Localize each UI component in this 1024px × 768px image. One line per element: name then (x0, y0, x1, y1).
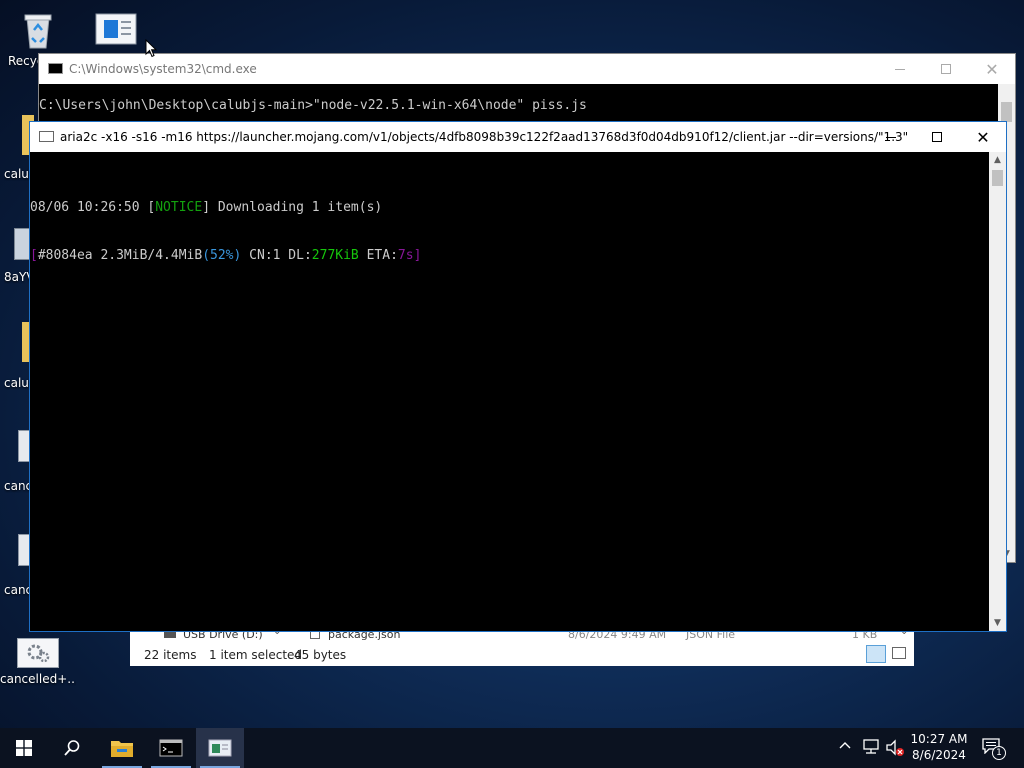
progress-eta-label: ETA: (358, 248, 398, 263)
document-icon (94, 12, 138, 46)
maximize-button[interactable] (923, 54, 969, 84)
progress-connections: CN:1 DL: (241, 248, 312, 263)
recycle-bin-icon (18, 10, 58, 50)
cmd-titlebar[interactable]: C:\Windows\system32\cmd.exe ✕ (39, 54, 1015, 84)
console-app-icon (208, 739, 232, 757)
desktop-icon-document[interactable] (78, 12, 154, 50)
app-file-icon (14, 228, 30, 260)
file-explorer-window: USB Drive (D:) ⌄ package.json 8/6/2024 9… (130, 626, 914, 666)
cmd-icon (159, 739, 183, 757)
aria2c-window-title: aria2c -x16 -s16 -m16 https://launcher.m… (60, 130, 909, 144)
log-level: NOTICE (155, 200, 203, 215)
desktop-icon-file-cancelled-3[interactable]: cancelled+... (0, 638, 76, 686)
log-message: Downloading 1 item(s) (210, 200, 383, 215)
status-item-count: 22 items (144, 648, 197, 662)
settings-file-icon (17, 638, 59, 668)
cmd-scroll-thumb[interactable] (1001, 102, 1012, 122)
close-button[interactable]: ✕ (960, 122, 1006, 152)
large-icons-view-icon[interactable] (892, 647, 906, 659)
volume-muted-icon[interactable] (885, 739, 905, 760)
progress-speed: 277KiB (311, 248, 359, 263)
cmd-console-text: C:\Users\john\Desktop\calubjs-main>"node… (39, 98, 587, 113)
minimize-button[interactable] (868, 122, 914, 152)
aria2c-titlebar[interactable]: aria2c -x16 -s16 -m16 https://launcher.m… (30, 122, 1006, 152)
file-cancelled-3-label: cancelled+... (0, 672, 76, 686)
progress-bracket: [ (30, 248, 38, 263)
details-view-icon[interactable] (866, 645, 886, 663)
drive-icon (164, 631, 176, 638)
close-button[interactable]: ✕ (969, 54, 1015, 84)
console-line-notice: 08/06 10:26:50 [NOTICE] Downloading 1 it… (30, 200, 421, 216)
log-timestamp: 08/06 10:26:50 (30, 200, 148, 215)
taskbar-file-explorer[interactable] (98, 728, 146, 768)
status-selected: 1 item selected (209, 648, 303, 662)
console-line-progress: [#8084ea 2.3MiB/4.4MiB(52%) CN:1 DL:277K… (30, 248, 421, 264)
clock-time: 10:27 AM (910, 732, 968, 746)
aria2c-console: 08/06 10:26:50 [ NOTICE] Downloading 1 it… (30, 168, 421, 296)
explorer-status-bar: 22 items 1 item selected 45 bytes (130, 644, 914, 666)
action-center-button[interactable]: 1 (982, 738, 1006, 760)
cmd-app-icon (48, 63, 63, 74)
progress-percent: (52%) (202, 248, 242, 263)
maximize-button[interactable] (914, 122, 960, 152)
aria2c-scrollbar[interactable]: ▲ ▼ (989, 152, 1006, 631)
chevron-up-icon (839, 742, 851, 749)
folder-icon (111, 741, 133, 757)
taskbar-cmd[interactable] (147, 728, 195, 768)
aria2c-scroll-thumb[interactable] (992, 170, 1003, 186)
clock[interactable]: 10:27 AM 8/6/2024 (908, 731, 970, 763)
status-bytes: 45 bytes (294, 648, 347, 662)
clock-date: 8/6/2024 (912, 748, 966, 762)
aria2c-app-icon (39, 131, 54, 142)
progress-eta: 7s (397, 248, 414, 263)
search-icon (64, 740, 80, 756)
show-hidden-icons-button[interactable] (838, 738, 852, 756)
minimize-button[interactable] (877, 54, 923, 84)
windows-logo-icon (16, 740, 32, 756)
scroll-down-icon[interactable]: ▼ (989, 615, 1006, 631)
progress-bracket: ] (413, 248, 422, 263)
search-button[interactable] (48, 728, 96, 768)
notification-count-badge: 1 (992, 746, 1006, 760)
log-bracket: ] (202, 200, 211, 215)
scroll-up-icon[interactable]: ▲ (989, 152, 1006, 168)
network-icon[interactable] (862, 739, 880, 758)
progress-gid-size: #8084ea 2.3MiB/4.4MiB (37, 248, 203, 263)
taskbar-aria2c[interactable] (196, 728, 244, 768)
file-cancelled-1-label: canc (4, 479, 33, 493)
mouse-cursor-icon (145, 38, 158, 62)
taskbar: 10:27 AM 8/6/2024 1 (0, 728, 1024, 768)
aria2c-window[interactable]: aria2c -x16 -s16 -m16 https://launcher.m… (29, 121, 1007, 632)
start-button[interactable] (0, 728, 48, 768)
file-cancelled-2-label: canc (4, 583, 33, 597)
cmd-window-title: C:\Windows\system32\cmd.exe (69, 62, 257, 76)
